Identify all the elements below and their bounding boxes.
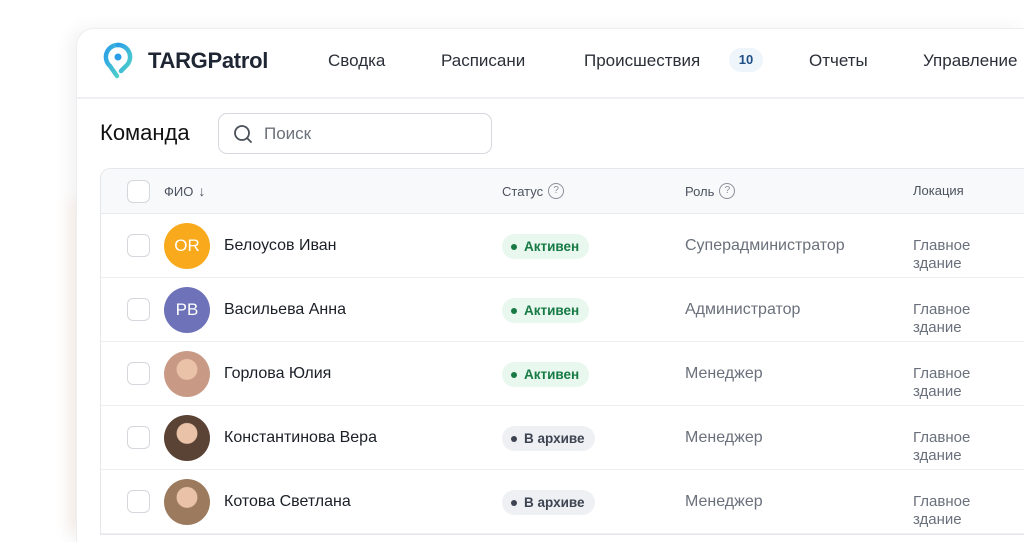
row-checkbox[interactable]	[127, 234, 150, 257]
search-icon	[234, 125, 252, 143]
page-title: Команда	[100, 120, 190, 145]
member-role: Менеджер	[685, 493, 763, 510]
avatar: OR	[164, 223, 210, 269]
member-name[interactable]: Горлова Юлия	[224, 365, 331, 383]
member-location: Главное здание	[913, 429, 971, 464]
member-name[interactable]: Белоусов Иван	[224, 237, 337, 255]
avatar: PB	[164, 287, 210, 333]
member-role: Администратор	[685, 301, 801, 318]
status-badge: В архиве	[502, 426, 595, 451]
member-location: Главное здание	[913, 237, 971, 272]
avatar	[164, 415, 210, 461]
help-icon[interactable]: ?	[548, 183, 565, 199]
nav-management[interactable]: Управление	[923, 51, 1018, 71]
column-label: ФИО	[164, 183, 194, 199]
sort-down-icon: ↓	[198, 183, 206, 199]
app-window: TARGPatrol Сводка Расписани Происшествия…	[76, 28, 1024, 542]
avatar	[164, 351, 210, 397]
table-row[interactable]: PB Васильева Анна Активен Администратор …	[101, 278, 1024, 342]
search-placeholder: Поиск	[264, 124, 312, 143]
avatar	[164, 479, 210, 525]
incidents-count-badge: 10	[729, 48, 763, 72]
column-label: Роль	[685, 183, 715, 199]
member-role: Менеджер	[685, 429, 763, 446]
nav-summary[interactable]: Сводка	[328, 51, 385, 71]
column-label: Статус	[502, 183, 544, 199]
nav-reports[interactable]: Отчеты	[809, 51, 868, 71]
column-role-header: Роль?	[685, 183, 736, 199]
row-checkbox[interactable]	[127, 490, 150, 513]
help-icon[interactable]: ?	[719, 183, 736, 199]
table-row[interactable]: OR Белоусов Иван Активен Суперадминистра…	[101, 214, 1024, 278]
table-row[interactable]: Константинова Вера В архиве Менеджер Гла…	[101, 406, 1024, 470]
table-row[interactable]: Котова Светлана В архиве Менеджер Главно…	[101, 470, 1024, 534]
location-pin-logo-icon	[103, 42, 133, 79]
column-label: Локация	[913, 183, 964, 198]
member-location: Главное здание	[913, 493, 971, 528]
member-name[interactable]: Котова Светлана	[224, 493, 351, 511]
brand-name: TARGPatrol	[148, 48, 269, 73]
status-badge: В архиве	[502, 490, 595, 515]
status-badge: Активен	[502, 298, 590, 323]
table-header: ФИО ↓ Статус? Роль? Локация	[101, 169, 1024, 214]
member-name[interactable]: Константинова Вера	[224, 429, 377, 447]
member-location: Главное здание	[913, 365, 971, 400]
table-row[interactable]: Горлова Юлия Активен Менеджер Главное зд…	[101, 342, 1024, 406]
status-badge: Активен	[502, 234, 590, 259]
member-location: Главное здание	[913, 301, 971, 336]
top-nav: TARGPatrol Сводка Расписани Происшествия…	[77, 29, 1024, 99]
team-table: ФИО ↓ Статус? Роль? Локация OR Белоусов И…	[100, 168, 1024, 535]
status-badge: Активен	[502, 362, 590, 387]
column-name-header[interactable]: ФИО ↓	[164, 183, 205, 199]
row-checkbox[interactable]	[127, 426, 150, 449]
nav-incidents[interactable]: Происшествия	[584, 51, 700, 71]
nav-schedule[interactable]: Расписани	[441, 51, 525, 71]
column-location-header: Локация	[913, 183, 964, 198]
member-name[interactable]: Васильева Анна	[224, 301, 346, 319]
row-checkbox[interactable]	[127, 298, 150, 321]
member-role: Суперадминистратор	[685, 237, 845, 254]
search-input[interactable]: Поиск	[218, 113, 492, 154]
column-status-header: Статус?	[502, 183, 565, 199]
row-checkbox[interactable]	[127, 362, 150, 385]
select-all-checkbox[interactable]	[127, 180, 150, 203]
member-role: Менеджер	[685, 365, 763, 382]
